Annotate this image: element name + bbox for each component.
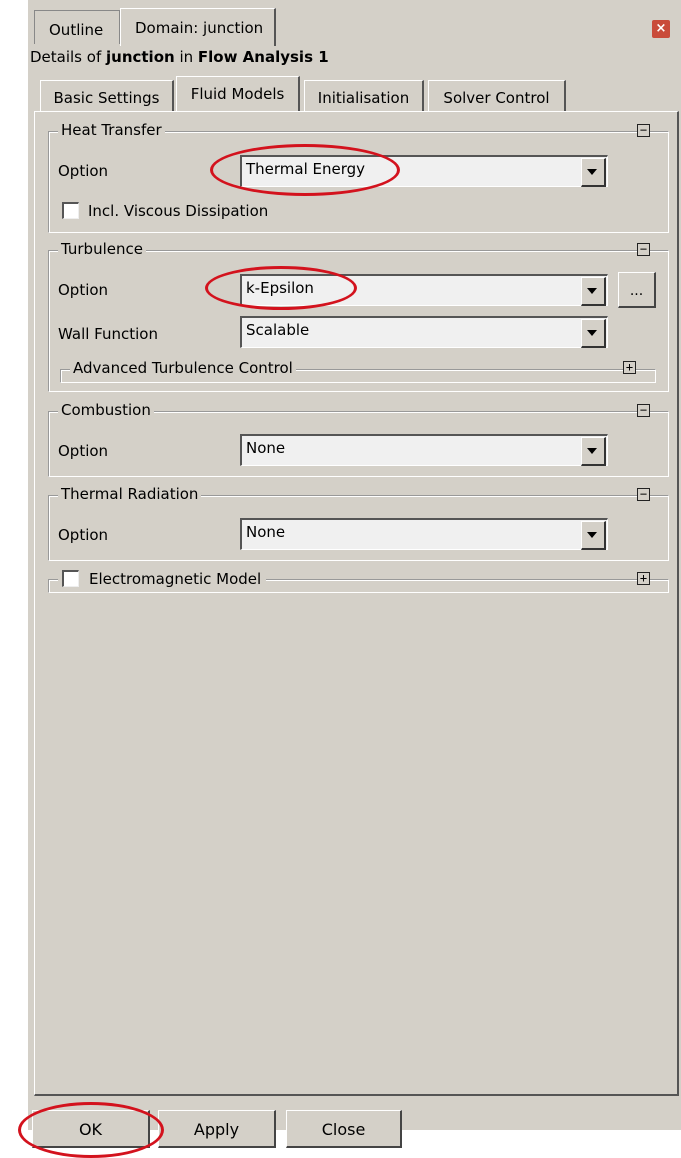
heat-transfer-option-select[interactable]: Thermal Energy <box>240 155 608 187</box>
tab-initialisation[interactable]: Initialisation <box>304 80 424 112</box>
collapse-minus-icon[interactable]: − <box>637 243 650 256</box>
tab-solver-control-label: Solver Control <box>443 89 550 107</box>
viscous-dissipation-label: Incl. Viscous Dissipation <box>88 202 269 220</box>
details-object: junction <box>106 48 175 66</box>
chevron-down-icon[interactable] <box>581 521 606 550</box>
expand-plus-icon[interactable]: + <box>623 361 636 374</box>
chevron-down-icon[interactable] <box>581 277 606 306</box>
chevron-down-icon[interactable] <box>581 319 606 348</box>
electromagnetic-label: Electromagnetic Model <box>89 570 266 588</box>
collapse-minus-icon[interactable]: − <box>637 404 650 417</box>
heat-transfer-option-label: Option <box>58 162 109 180</box>
turbulence-options-button[interactable]: ... <box>618 272 656 308</box>
wall-function-value: Scalable <box>246 321 310 339</box>
tab-basic-settings[interactable]: Basic Settings <box>40 80 174 112</box>
heat-transfer-option-value: Thermal Energy <box>246 160 366 178</box>
details-middle: in <box>174 48 198 66</box>
apply-label: Apply <box>193 1120 240 1139</box>
tab-fluid-models-label: Fluid Models <box>190 85 285 103</box>
close-icon[interactable]: × <box>652 20 670 38</box>
ok-label: OK <box>78 1120 103 1139</box>
tab-domain-label: Domain: junction <box>135 19 264 37</box>
wall-function-label: Wall Function <box>58 325 158 343</box>
turbulence-option-value: k-Epsilon <box>246 279 314 297</box>
turbulence-options-label: ... <box>629 283 644 299</box>
combustion-option-value: None <box>246 439 286 457</box>
details-analysis: Flow Analysis 1 <box>197 48 329 66</box>
chevron-down-icon[interactable] <box>581 158 606 187</box>
thermal-radiation-option-label: Option <box>58 526 109 544</box>
combustion-option-label: Option <box>58 442 109 460</box>
wall-function-select[interactable]: Scalable <box>240 316 608 348</box>
chevron-down-icon[interactable] <box>581 437 606 466</box>
combustion-title: Combustion <box>58 401 154 419</box>
tab-outline[interactable]: Outline <box>34 10 120 44</box>
turbulence-option-label: Option <box>58 281 109 299</box>
expand-plus-icon[interactable]: + <box>637 572 650 585</box>
tab-basic-settings-label: Basic Settings <box>53 89 160 107</box>
combustion-option-select[interactable]: None <box>240 434 608 466</box>
collapse-minus-icon[interactable]: − <box>637 124 650 137</box>
advanced-turbulence-title[interactable]: Advanced Turbulence Control <box>70 359 296 377</box>
close-button[interactable]: Close <box>286 1110 402 1148</box>
ok-button[interactable]: OK <box>32 1110 150 1148</box>
collapse-minus-icon[interactable]: − <box>637 488 650 501</box>
electromagnetic-checkbox[interactable] <box>62 570 79 587</box>
close-label: Close <box>321 1120 366 1139</box>
thermal-radiation-option-select[interactable]: None <box>240 518 608 550</box>
thermal-radiation-title: Thermal Radiation <box>58 485 202 503</box>
viscous-dissipation-checkbox[interactable] <box>62 202 79 219</box>
details-title: Details of junction in Flow Analysis 1 <box>30 48 329 66</box>
apply-button[interactable]: Apply <box>158 1110 276 1148</box>
turbulence-option-select[interactable]: k-Epsilon <box>240 274 608 306</box>
tab-initialisation-label: Initialisation <box>317 89 410 107</box>
turbulence-title: Turbulence <box>58 240 146 258</box>
tab-solver-control[interactable]: Solver Control <box>428 80 566 112</box>
thermal-radiation-option-value: None <box>246 523 286 541</box>
details-prefix: Details of <box>30 48 106 66</box>
tab-outline-label: Outline <box>49 21 104 39</box>
tab-fluid-models[interactable]: Fluid Models <box>176 76 300 112</box>
tab-domain-junction[interactable]: Domain: junction <box>120 8 276 46</box>
heat-transfer-title: Heat Transfer <box>58 121 165 139</box>
